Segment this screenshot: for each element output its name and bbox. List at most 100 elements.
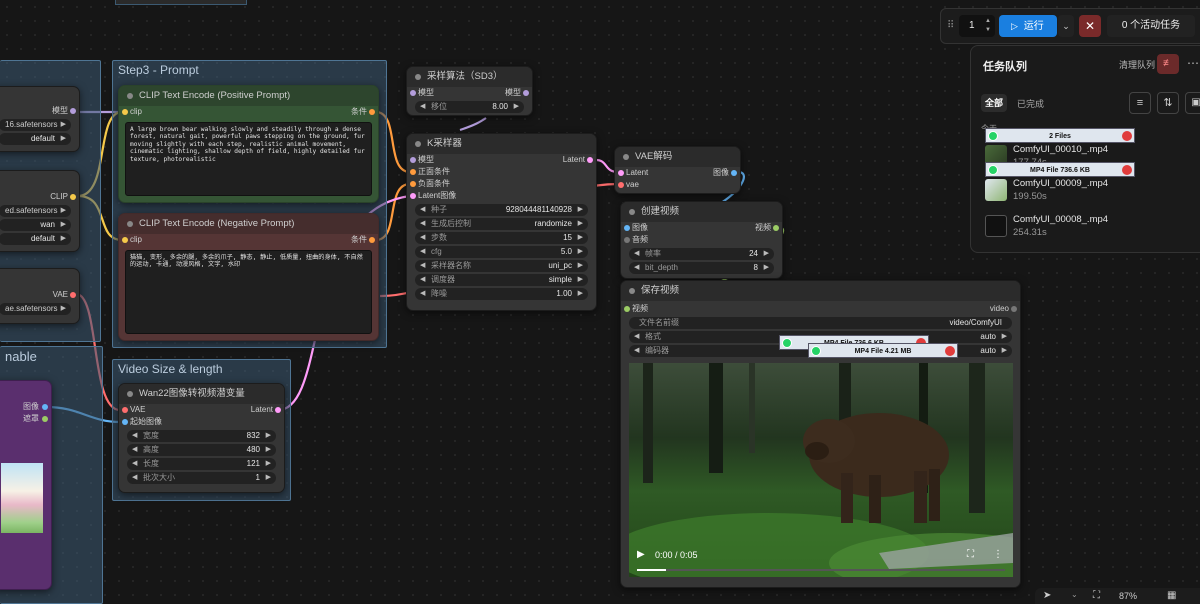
- clip-output-socket[interactable]: [70, 194, 76, 200]
- drag-tag-files: 2 Files: [985, 128, 1135, 143]
- tab-all[interactable]: 全部: [981, 94, 1007, 112]
- video-time: 0:00 / 0:05: [655, 550, 698, 560]
- control-after-generate-widget[interactable]: ◀ 生成后控制 randomize ▶: [415, 218, 588, 230]
- model-output-socket[interactable]: [523, 90, 529, 96]
- chevron-down-icon[interactable]: ⌄: [1071, 590, 1078, 599]
- clip-input-socket[interactable]: [122, 109, 128, 115]
- mask-output-socket[interactable]: [42, 416, 48, 422]
- create-video-node[interactable]: 创建视频 图像 视频 音频 ◀ 帧率 24 ▶ ◀ bit_depth 8 ▶: [620, 201, 783, 279]
- denoise-widget[interactable]: ◀ 降噪 1.00 ▶: [415, 288, 588, 300]
- clip-negative-node[interactable]: CLIP Text Encode (Negative Prompt) clip …: [118, 213, 379, 341]
- batch-count-input[interactable]: 1 ▲ ▼: [959, 15, 995, 37]
- vae-input-socket[interactable]: [618, 182, 624, 188]
- shift-widget[interactable]: ◀ 移位 8.00 ▶: [415, 101, 524, 113]
- width-widget[interactable]: ◀ 宽度 832 ▶: [127, 430, 276, 442]
- clip-type-widget[interactable]: wan ▶: [0, 219, 71, 231]
- load-image-node[interactable]: 图像 遮罩: [0, 380, 52, 590]
- vae-decode-node[interactable]: VAE解码 Latent 图像 vae: [614, 146, 741, 194]
- latent-input-label: Latent图像: [418, 191, 457, 200]
- ksampler-node[interactable]: K采样器 模型 Latent 正面条件 负面条件 Latent图像 ◀ 种子 928…: [406, 133, 597, 311]
- queue-more-icon[interactable]: ⋯: [1187, 56, 1199, 70]
- clear-queue-button[interactable]: 清理队列: [1119, 58, 1155, 71]
- steps-widget[interactable]: ◀ 步数 15 ▶: [415, 232, 588, 244]
- active-tasks-button[interactable]: 0 个活动任务: [1107, 15, 1195, 37]
- image-input-socket[interactable]: [624, 225, 630, 231]
- image-output-socket[interactable]: [42, 404, 48, 410]
- more-options-icon[interactable]: ⋮: [993, 549, 1003, 560]
- clip-positive-node[interactable]: CLIP Text Encode (Positive Prompt) clip …: [118, 85, 379, 203]
- video-player[interactable]: ▶ 0:00 / 0:05 ⛶ ⋮: [629, 363, 1013, 577]
- latent-input-socket[interactable]: [618, 170, 624, 176]
- queue-item[interactable]: ComfyUI_00009_.mp4 199.50s: [985, 177, 1195, 207]
- play-button[interactable]: ▶: [637, 549, 645, 560]
- clip-device-widget[interactable]: default ▶: [0, 233, 71, 245]
- model-sampling-sd3-node[interactable]: 采样算法（SD3） 模型 模型 ◀ 移位 8.00 ▶: [406, 66, 533, 116]
- clip-file-widget[interactable]: ed.safetensors ▶: [0, 205, 71, 217]
- fullscreen-icon[interactable]: ⛶: [967, 549, 974, 560]
- view-toggle-icon[interactable]: ▣: [1185, 92, 1200, 114]
- video-output-socket[interactable]: [773, 225, 779, 231]
- select-tool-icon[interactable]: ➤: [1043, 590, 1051, 601]
- minimap-icon[interactable]: ▦: [1167, 590, 1176, 601]
- cond-output-socket[interactable]: [369, 237, 375, 243]
- height-widget[interactable]: ◀ 高度 480 ▶: [127, 444, 276, 456]
- positive-input-socket[interactable]: [410, 169, 416, 175]
- wan22-image-to-video-node[interactable]: Wan22图像转视频潜变量 VAE Latent 起始图像 ◀ 宽度 832 ▶ ◀ 高…: [118, 383, 285, 493]
- queue-item[interactable]: ComfyUI_00008_.mp4 254.31s: [985, 213, 1195, 243]
- sort-icon[interactable]: ⇅: [1157, 92, 1179, 114]
- model-input-socket[interactable]: [410, 157, 416, 163]
- save-video-node[interactable]: 保存视频 视频 video 文件名前缀 video/ComfyUI ◀ 格式 auto…: [620, 280, 1021, 588]
- model-file-widget[interactable]: 16.safetensors ▶: [0, 119, 71, 131]
- vae-file-widget[interactable]: ae.safetensors ▶: [0, 303, 71, 315]
- bit-depth-widget[interactable]: ◀ bit_depth 8 ▶: [629, 262, 774, 274]
- positive-input-label: 正面条件: [418, 167, 450, 176]
- video-input-socket[interactable]: [624, 306, 630, 312]
- group-title: Video Size & length: [118, 362, 223, 376]
- run-options-button[interactable]: ⌄: [1058, 15, 1074, 37]
- filter-icon[interactable]: ≡: [1129, 92, 1151, 114]
- positive-prompt-textarea[interactable]: A large brown bear walking slowly and st…: [125, 122, 372, 196]
- clip-input-socket[interactable]: [122, 237, 128, 243]
- sampler-name-widget[interactable]: ◀ 采样器名称 uni_pc ▶: [415, 260, 588, 272]
- image-output-socket[interactable]: [731, 170, 737, 176]
- cfg-widget[interactable]: ◀ cfg 5.0 ▶: [415, 246, 588, 258]
- fps-widget[interactable]: ◀ 帧率 24 ▶: [629, 248, 774, 260]
- negative-input-socket[interactable]: [410, 181, 416, 187]
- run-button[interactable]: ▷ 运行: [999, 15, 1057, 37]
- seed-widget[interactable]: ◀ 种子 928044481140928 ▶: [415, 204, 588, 216]
- length-widget[interactable]: ◀ 长度 121 ▶: [127, 458, 276, 470]
- tab-completed[interactable]: 已完成: [1017, 97, 1044, 110]
- vae-input-socket[interactable]: [122, 407, 128, 413]
- whatsapp-icon: [988, 165, 998, 175]
- audio-input-socket[interactable]: [624, 237, 630, 243]
- close-icon: [945, 346, 955, 356]
- video-output-label: video: [989, 304, 1009, 313]
- filename-prefix-widget[interactable]: 文件名前缀 video/ComfyUI: [629, 317, 1012, 329]
- clip-input-label: clip: [130, 235, 143, 244]
- video-progress-track[interactable]: [637, 569, 1005, 571]
- latent-output-socket[interactable]: [587, 157, 593, 163]
- scheduler-widget[interactable]: ◀ 调度器 simple ▶: [415, 274, 588, 286]
- zoom-level[interactable]: 87%: [1119, 591, 1137, 601]
- model-output-socket[interactable]: [70, 108, 76, 114]
- latent-input-socket[interactable]: [410, 193, 416, 199]
- cond-output-socket[interactable]: [369, 109, 375, 115]
- negative-prompt-textarea[interactable]: 猫猫, 变形, 多余的腿, 多余的爪子, 静态, 静止, 低质量, 扭曲的身体,…: [125, 250, 372, 334]
- video-output-socket[interactable]: [1011, 306, 1017, 312]
- cancel-button[interactable]: ✕: [1079, 15, 1101, 37]
- vae-loader-node[interactable]: VAE ae.safetensors ▶: [0, 268, 80, 324]
- model-input-socket[interactable]: [410, 90, 416, 96]
- clear-queue-icon[interactable]: ≢: [1157, 54, 1179, 74]
- node-title: CLIP Text Encode (Negative Prompt): [119, 214, 378, 234]
- start-image-input-socket[interactable]: [122, 419, 128, 425]
- vae-output-socket[interactable]: [70, 292, 76, 298]
- model-loader-node[interactable]: 模型 16.safetensors ▶ default ▶: [0, 86, 80, 152]
- canvas-controls: ➤ ⌄ ⛶ 87% ▦: [1035, 588, 1200, 604]
- clip-loader-node[interactable]: CLIP ed.safetensors ▶ wan ▶ default ▶: [0, 170, 80, 252]
- fit-view-icon[interactable]: ⛶: [1093, 590, 1100, 601]
- latent-output-socket[interactable]: [275, 407, 281, 413]
- stepper-arrows-icon[interactable]: ▲ ▼: [985, 17, 991, 35]
- batch-size-widget[interactable]: ◀ 批次大小 1 ▶: [127, 472, 276, 484]
- drag-handle-icon[interactable]: ⠿: [947, 20, 954, 31]
- model-weight-widget[interactable]: default ▶: [0, 133, 71, 145]
